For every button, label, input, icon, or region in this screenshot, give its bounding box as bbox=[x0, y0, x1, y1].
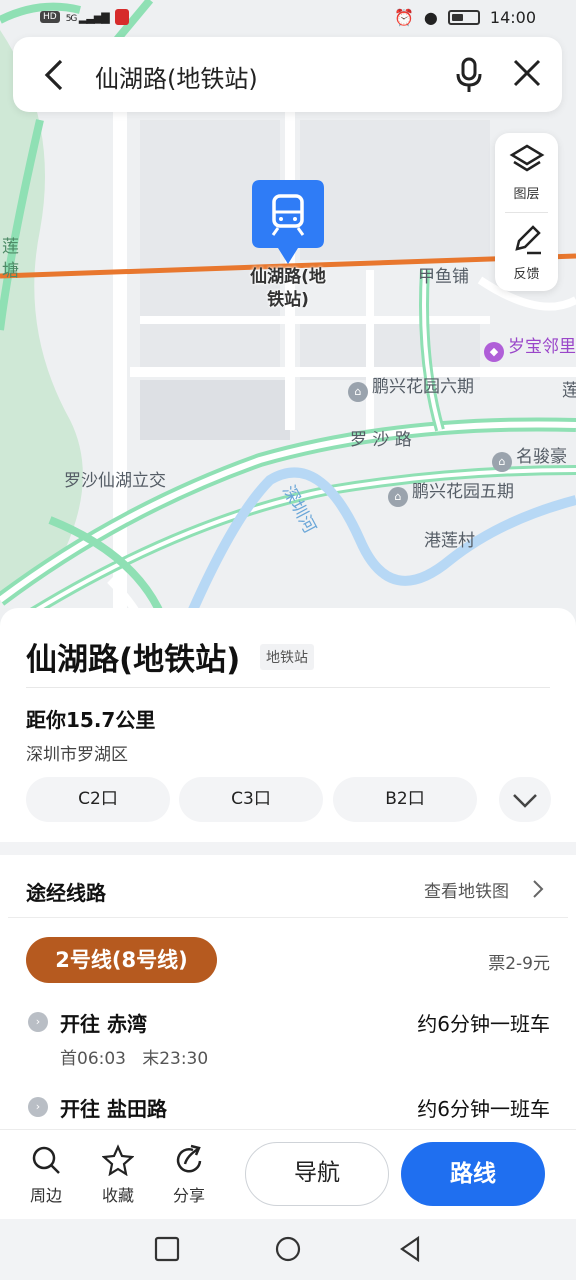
map-label-liantang: 莲塘 bbox=[2, 237, 19, 281]
map-label-ganglian: 港莲村 bbox=[424, 531, 475, 551]
residence-poi-icon: ⌂ bbox=[492, 452, 512, 472]
search-icon bbox=[32, 1146, 60, 1174]
map-label-pengxing6-text: 鹏兴花园六期 bbox=[372, 377, 474, 397]
routes-section: 途经线路 查看地铁图 2号线(8号线) 票2-9元 › 开往 赤湾 约6分钟一班… bbox=[0, 855, 576, 1129]
layers-label: 图层 bbox=[513, 187, 540, 202]
direction-frequency: 约6分钟一班车 bbox=[417, 1097, 550, 1121]
map-label-mingjun-text: 名骏豪 bbox=[516, 447, 567, 467]
edit-feedback-icon bbox=[515, 225, 541, 255]
map-label-pengxing5[interactable]: ⌂ 鹏兴花园五期 bbox=[388, 477, 514, 507]
layers-button[interactable]: 图层 bbox=[495, 133, 558, 211]
recent-apps-icon[interactable] bbox=[153, 1235, 181, 1263]
poi-info-sheet: 仙湖路(地铁站) 地铁站 距你15.7公里 深圳市罗湖区 C2口 C3口 B2口 bbox=[0, 608, 576, 842]
nearby-button[interactable]: 周边 bbox=[18, 1144, 74, 1208]
clock: 14:00 bbox=[489, 8, 536, 27]
battery-fill bbox=[451, 14, 463, 21]
residence-poi-icon: ⌂ bbox=[348, 382, 368, 402]
map-label-suibao-text: 岁宝邻里 bbox=[508, 337, 576, 357]
exit-chip-c2[interactable]: C2口 bbox=[26, 777, 170, 822]
divider bbox=[26, 687, 550, 688]
map-label-mingjun[interactable]: ⌂ 名骏豪 bbox=[492, 442, 567, 472]
chevron-left-icon[interactable] bbox=[37, 55, 73, 95]
map-label-pengxing6[interactable]: ⌂ 鹏兴花园六期 bbox=[348, 372, 474, 402]
search-bar[interactable]: 仙湖路(地铁站) bbox=[13, 37, 562, 112]
direction-arrow-icon: › bbox=[28, 1097, 48, 1117]
navigate-button[interactable]: 导航 bbox=[245, 1142, 389, 1206]
exit-chip-c3[interactable]: C3口 bbox=[179, 777, 323, 822]
exit-chip-b2[interactable]: B2口 bbox=[333, 777, 477, 822]
location-icon: ● bbox=[423, 8, 438, 27]
view-metro-map-link[interactable]: 查看地铁图 bbox=[424, 877, 509, 902]
poi-district: 深圳市罗湖区 bbox=[26, 745, 128, 765]
direction-hours: 首06:03 末23:30 bbox=[60, 1049, 209, 1069]
map-tools-panel: 图层 反馈 bbox=[495, 133, 558, 291]
system-nav-bar bbox=[0, 1219, 576, 1280]
recording-mic-icon bbox=[114, 9, 129, 25]
poi-title: 仙湖路(地铁站) bbox=[26, 642, 241, 678]
metro-line-badge[interactable]: 2号线(8号线) bbox=[26, 937, 217, 983]
map-label-luosha-interchange: 罗沙仙湖立交 bbox=[64, 471, 166, 491]
poi-category-tag: 地铁站 bbox=[260, 644, 314, 670]
favorite-button[interactable]: 收藏 bbox=[90, 1144, 146, 1208]
map-label-jiayupu: 甲鱼铺 bbox=[418, 267, 469, 287]
signal-icon: 5G ▂▃▅▇ bbox=[65, 10, 110, 24]
fare-range: 票2-9元 bbox=[488, 954, 550, 974]
poi-distance: 距你15.7公里 bbox=[26, 708, 156, 732]
divider bbox=[8, 917, 568, 918]
map-label-pengxing5-text: 鹏兴花园五期 bbox=[412, 482, 514, 502]
chevron-down-icon bbox=[513, 794, 537, 808]
nearby-label: 周边 bbox=[29, 1186, 62, 1205]
shopping-poi-icon: ◆ bbox=[484, 342, 504, 362]
status-bar: HD 5G ▂▃▅▇ ⏰ ● 14:00 bbox=[0, 0, 576, 36]
battery-icon bbox=[447, 10, 480, 25]
routes-title: 途经线路 bbox=[26, 881, 106, 905]
microphone-icon[interactable] bbox=[451, 55, 487, 95]
close-icon[interactable] bbox=[507, 53, 547, 93]
feedback-button[interactable]: 反馈 bbox=[495, 213, 558, 291]
network-type: 5G bbox=[65, 13, 78, 24]
direction-name: 开往 赤湾 bbox=[60, 1012, 147, 1036]
map-label-suibao[interactable]: ◆ 岁宝邻里 bbox=[484, 332, 576, 362]
chevron-right-icon[interactable] bbox=[530, 877, 546, 901]
direction-frequency: 约6分钟一班车 bbox=[417, 1012, 550, 1036]
direction-name: 开往 盐田路 bbox=[60, 1097, 167, 1121]
direction-row[interactable]: › 开往 赤湾 约6分钟一班车 首06:03 末23:30 bbox=[26, 1008, 550, 1069]
favorite-label: 收藏 bbox=[101, 1186, 134, 1205]
search-query[interactable]: 仙湖路(地铁站) bbox=[95, 59, 258, 94]
station-marker-label: 仙湖路(地 铁站) bbox=[250, 267, 326, 310]
layers-icon bbox=[509, 144, 545, 172]
back-icon[interactable] bbox=[396, 1235, 424, 1263]
direction-arrow-icon: › bbox=[28, 1012, 48, 1032]
star-icon bbox=[102, 1144, 134, 1176]
share-button[interactable]: 分享 bbox=[161, 1144, 217, 1208]
map-label-luosha-road: 罗 沙 路 bbox=[350, 430, 412, 450]
metro-train-icon bbox=[252, 180, 324, 264]
metro-station-marker[interactable] bbox=[252, 180, 324, 264]
hd-indicator: HD bbox=[40, 11, 60, 23]
route-button[interactable]: 路线 bbox=[401, 1142, 545, 1206]
action-bar: 周边 收藏 分享 导航 路线 bbox=[0, 1129, 576, 1219]
feedback-label: 反馈 bbox=[513, 267, 540, 282]
share-icon bbox=[176, 1144, 202, 1173]
alarm-icon: ⏰ bbox=[394, 8, 414, 27]
residence-poi-icon: ⌂ bbox=[388, 487, 408, 507]
map-label-lian-edge: 莲 bbox=[562, 381, 576, 401]
share-label: 分享 bbox=[172, 1186, 205, 1205]
more-exits-button[interactable] bbox=[499, 777, 551, 822]
home-icon[interactable] bbox=[274, 1235, 302, 1263]
direction-row[interactable]: › 开往 盐田路 约6分钟一班车 bbox=[26, 1093, 550, 1123]
